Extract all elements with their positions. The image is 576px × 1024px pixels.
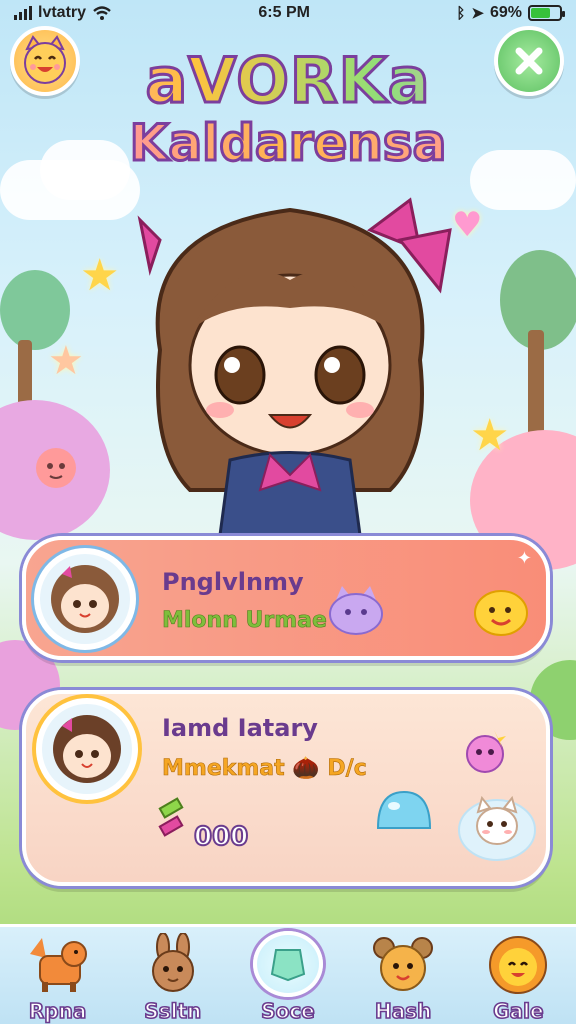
nav-item-rpna[interactable]: Rpna (6, 931, 110, 1024)
nav-label: Ssltn (143, 998, 202, 1024)
nav-label: Soce (260, 998, 315, 1024)
sparkle-icon: ✦ (516, 548, 532, 569)
gem-icon (252, 931, 323, 997)
nav-item-ssltn[interactable]: Ssltn (121, 931, 225, 1024)
nav-label: Rpna (28, 998, 87, 1024)
nav-label: Gale (492, 998, 544, 1024)
acorn-icon: 🌰 (292, 756, 320, 782)
player-avatar (36, 698, 138, 800)
star-icon: ★ (80, 250, 120, 301)
nav-label: Hash (374, 998, 432, 1024)
pink-critter-icon (36, 448, 76, 488)
clock: 6:5 PM (258, 4, 310, 21)
location-icon: ➤ (471, 5, 484, 22)
battery-fill (530, 8, 551, 18)
wifi-icon (93, 6, 111, 20)
status-bar: lvtatry 6:5 PM ᛒ ➤ 69% (0, 0, 576, 26)
battery-icon (527, 5, 565, 21)
girl-avatar-icon (51, 565, 119, 633)
player-card-1[interactable]: Pnglvlnmy Mlonn Urmae ✦ (22, 536, 550, 660)
fox-icon (23, 931, 93, 997)
signal-icon (14, 6, 32, 20)
nav-item-gale[interactable]: Gale (466, 931, 570, 1024)
gem-stack-icon (158, 797, 184, 837)
star-icon: ★ (470, 410, 510, 461)
player-card-2[interactable]: Iamd Iatary Mmekmat 🌰 D/c 000 (22, 690, 550, 886)
player-avatar (34, 548, 136, 650)
bear-icon (368, 931, 438, 997)
player-subtitle: Mmekmat 🌰 D/c (162, 756, 367, 782)
hero-character (137, 197, 452, 537)
player-subtitle: Mlonn Urmae (162, 608, 328, 634)
player-name: Pnglvlnmy (162, 568, 304, 596)
nav-item-hash[interactable]: Hash (351, 931, 455, 1024)
blue-slime-icon (376, 790, 432, 829)
bluetooth-icon: ᛒ (456, 4, 466, 22)
nav-item-soce[interactable]: Soce (236, 931, 340, 1024)
smiley-face-icon (474, 590, 528, 636)
carrier-label: lvtatry (38, 4, 87, 21)
item-count: 000 (193, 821, 249, 853)
girl-avatar-icon (53, 715, 121, 783)
battery-percent: 69% (489, 4, 522, 21)
white-cat-icon (458, 795, 536, 861)
lion-icon (483, 931, 553, 997)
bottom-nav: Rpna Ssltn Soce Hash Gale (0, 924, 576, 1024)
bunny-icon (138, 931, 208, 997)
pink-monster-icon (466, 730, 506, 773)
player-name: Iamd Iatary (162, 714, 318, 742)
star-icon: ★ (48, 338, 84, 384)
title-line-2: Kaldarensa (0, 113, 576, 174)
purple-cat-icon (329, 586, 383, 635)
game-title: aVORKa Kaldarensa (0, 46, 576, 174)
title-line-1: aVORKa (0, 46, 576, 115)
